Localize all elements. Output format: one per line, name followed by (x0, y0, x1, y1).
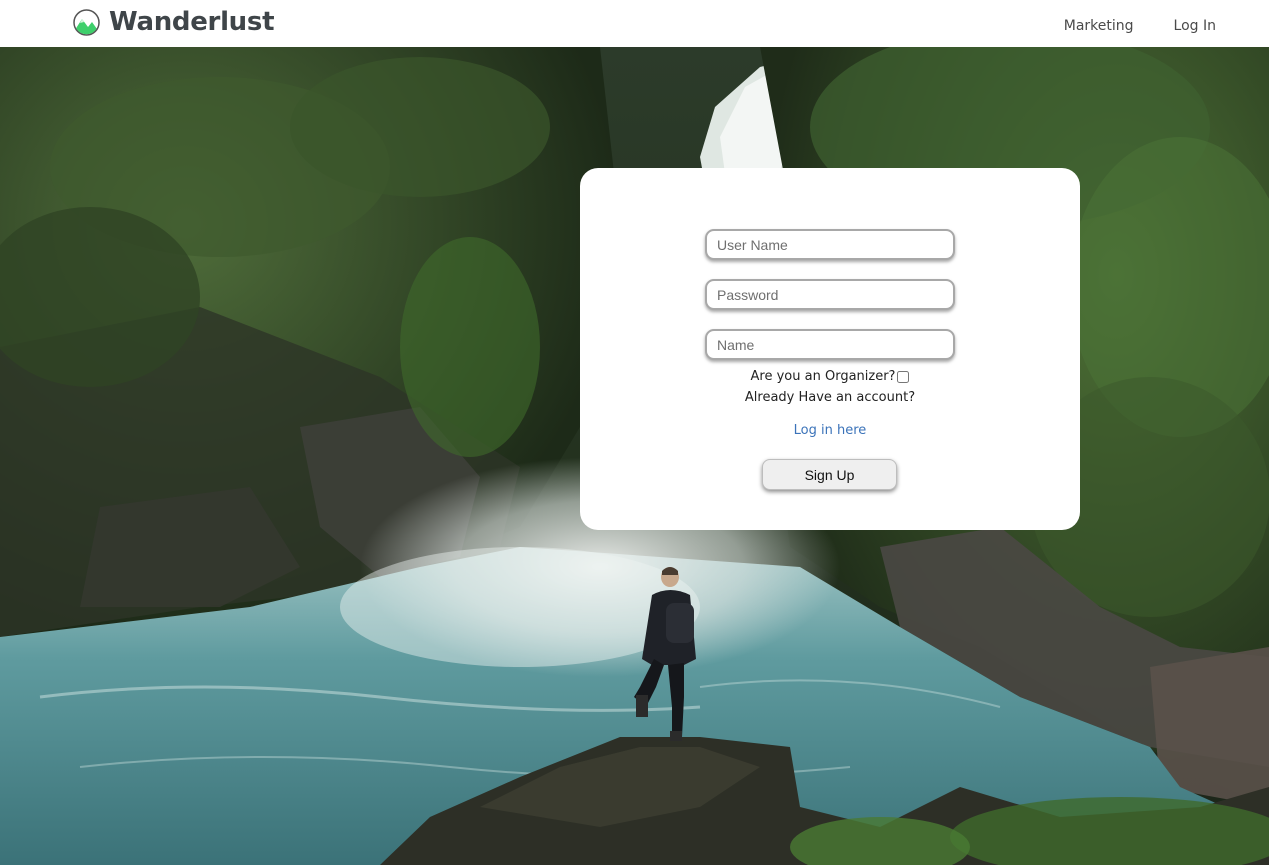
password-input[interactable] (705, 279, 955, 310)
signup-card: Are you an Organizer? Already Have an ac… (580, 168, 1080, 530)
username-input[interactable] (705, 229, 955, 260)
brand[interactable]: Wanderlust (73, 6, 275, 38)
nav-links: Marketing Log In (1024, 18, 1216, 34)
sign-up-button[interactable]: Sign Up (762, 459, 897, 490)
organizer-checkbox[interactable] (897, 371, 910, 383)
already-account-text: Already Have an account? (744, 390, 916, 405)
organizer-label: Are you an Organizer? (750, 369, 896, 384)
login-here-link[interactable]: Log in here (580, 423, 1080, 438)
mountain-logo-icon (73, 8, 100, 36)
brand-name: Wanderlust (109, 7, 275, 37)
nav-login-link[interactable]: Log In (1174, 18, 1216, 34)
nav-marketing-link[interactable]: Marketing (1064, 18, 1134, 34)
top-navbar: Wanderlust Marketing Log In (0, 0, 1269, 47)
organizer-row: Are you an Organizer? (580, 369, 1080, 384)
name-input[interactable] (705, 329, 955, 360)
